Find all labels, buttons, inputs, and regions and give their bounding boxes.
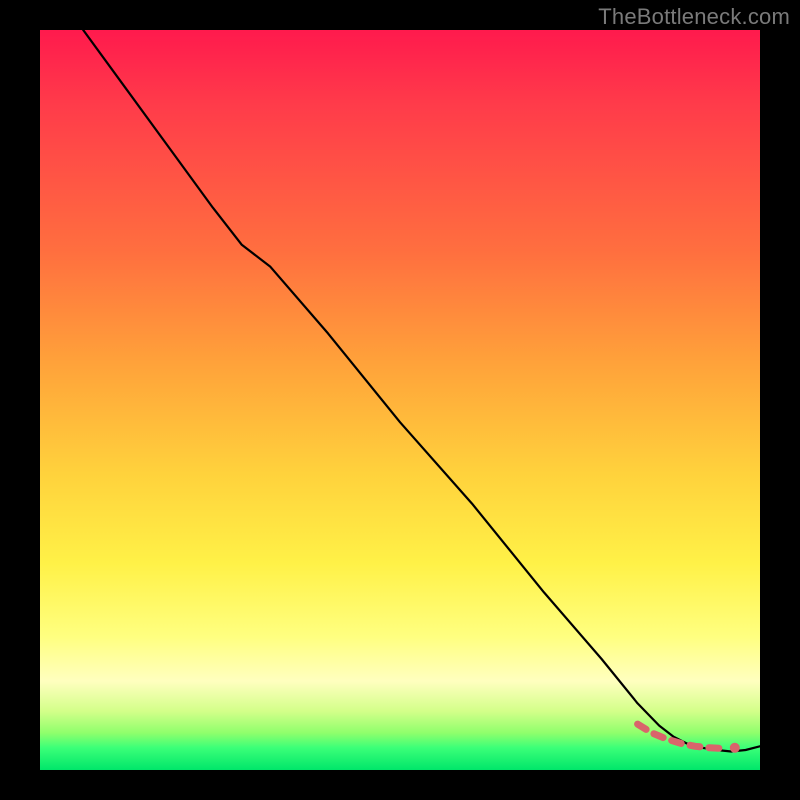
watermark-text: TheBottleneck.com — [598, 4, 790, 30]
chart-overlay — [40, 30, 760, 770]
plot-area — [40, 30, 760, 770]
series-curve — [83, 30, 760, 752]
chart-stage: TheBottleneck.com — [0, 0, 800, 800]
series-highlight-dashed — [638, 724, 724, 748]
series-highlight-dot — [730, 743, 740, 753]
